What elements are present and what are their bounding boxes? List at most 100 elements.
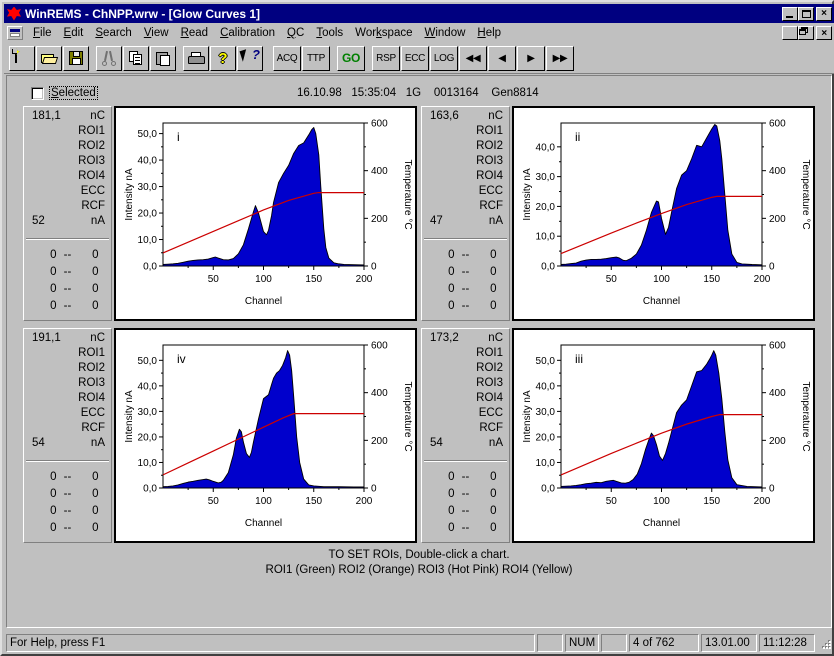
acq-button[interactable]: ACQ [273, 45, 301, 71]
roi-range-row[interactable]: 0 -- 0 [424, 247, 507, 264]
menu-file[interactable]: FFileile [27, 25, 58, 41]
roi-range-row[interactable]: 0 -- 0 [26, 486, 109, 503]
menu-calibration[interactable]: Calibration [214, 25, 281, 41]
roi-range-row[interactable]: 0 -- 0 [424, 298, 507, 315]
roi1-label-row: ROI1 [26, 124, 109, 139]
close-button[interactable]: × [816, 6, 832, 21]
context-help-button[interactable]: ? [237, 45, 263, 71]
svg-text:600: 600 [371, 119, 388, 130]
svg-text:10,0: 10,0 [138, 458, 158, 469]
printer-icon [187, 51, 205, 65]
status-help-text: For Help, press F1 [6, 634, 535, 652]
selected-checkbox-label: Selected [49, 86, 98, 100]
mdi-close-button[interactable]: × [816, 26, 832, 40]
roi-range-row[interactable]: 0 -- 0 [424, 469, 507, 486]
maximize-button[interactable] [798, 6, 814, 21]
svg-text:200: 200 [754, 496, 771, 507]
menu-view[interactable]: View [138, 25, 175, 41]
current-value: 52 [32, 215, 45, 227]
menu-tools[interactable]: Tools [310, 25, 349, 41]
copy-button[interactable] [123, 45, 149, 71]
menu-qc[interactable]: QC [281, 25, 310, 41]
new-button[interactable]: ✦ [9, 45, 35, 71]
menu-workspace[interactable]: Workspace [349, 25, 418, 41]
roi-range-row[interactable]: 0 -- 0 [424, 281, 507, 298]
menu-read[interactable]: Read [175, 25, 215, 41]
current-row: 47 nA [424, 214, 507, 229]
roi-range-row[interactable]: 0 -- 0 [424, 520, 507, 537]
roi-range-row[interactable]: 0 -- 0 [26, 247, 109, 264]
roi-range-row[interactable]: 0 -- 0 [424, 486, 507, 503]
roi-range-row[interactable]: 0 -- 0 [424, 503, 507, 520]
menu-help[interactable]: Help [471, 25, 507, 41]
svg-text:Channel: Channel [245, 296, 282, 307]
roi-range-row[interactable]: 0 -- 0 [26, 503, 109, 520]
roi-range-row[interactable]: 0 -- 0 [424, 264, 507, 281]
charge-value: 173,2 [430, 332, 459, 344]
resize-grip[interactable] [818, 636, 832, 650]
mdi-minimize-button[interactable] [782, 26, 798, 40]
svg-text:Intensity nA: Intensity nA [124, 390, 135, 443]
menu-window[interactable]: Window [418, 25, 471, 41]
next-record-button[interactable]: ▶ [517, 45, 545, 71]
roi-range-row[interactable]: 0 -- 0 [26, 520, 109, 537]
selected-checkbox[interactable] [31, 86, 44, 100]
svg-text:iv: iv [177, 352, 186, 366]
info-panel-iii: 173,2 nC ROI1 ROI2 ROI3 ROI4 ECC RCF 54 … [421, 328, 510, 543]
status-blank-2 [601, 634, 627, 652]
charge-value: 191,1 [32, 332, 61, 344]
svg-text:40,0: 40,0 [536, 381, 556, 392]
glow-curve-chart-iii[interactable]: 0,0 10,0 20,0 30,0 40,0 50,0 0 200 400 600 50 100 15… [512, 328, 815, 543]
cut-button[interactable] [96, 45, 122, 71]
log-button[interactable]: LOG [430, 45, 458, 71]
svg-text:40,0: 40,0 [138, 156, 158, 167]
svg-text:200: 200 [371, 214, 388, 225]
svg-text:150: 150 [703, 274, 720, 285]
roi2-label: ROI2 [78, 140, 105, 152]
status-bar: For Help, press F1 NUM 4 of 762 13.01.00… [6, 632, 832, 654]
roi-range-row[interactable]: 0 -- 0 [26, 264, 109, 281]
rsp-button[interactable]: RSP [372, 45, 400, 71]
selected-checkbox-row[interactable]: Selected [31, 86, 98, 100]
mdi-restore-button[interactable] [798, 26, 814, 40]
svg-text:Intensity nA: Intensity nA [124, 168, 135, 221]
mdi-child-controls: × [782, 26, 834, 40]
svg-text:20,0: 20,0 [536, 432, 556, 443]
roi-range-row[interactable]: 0 -- 0 [26, 281, 109, 298]
glow-curve-chart-ii[interactable]: 0,0 10,0 20,0 30,0 40,0 0 200 400 600 50 100 150 200… [512, 106, 815, 321]
rcf-label-row: RCF [81, 422, 105, 434]
open-button[interactable] [36, 45, 62, 71]
go-button[interactable]: GO [337, 45, 365, 71]
charge-value: 163,6 [430, 110, 459, 122]
status-num-indicator: NUM [565, 634, 599, 652]
save-disk-icon [69, 51, 83, 65]
document-system-menu-icon[interactable] [7, 26, 23, 40]
save-button[interactable] [63, 45, 89, 71]
about-button[interactable]: ? [210, 45, 236, 71]
paste-button[interactable] [150, 45, 176, 71]
first-record-button[interactable]: ◀◀ [459, 45, 487, 71]
svg-text:100: 100 [255, 496, 272, 507]
roi-range-row[interactable]: 0 -- 0 [26, 469, 109, 486]
svg-text:400: 400 [371, 388, 388, 399]
roi-range-row[interactable]: 0 -- 0 [26, 298, 109, 315]
glow-curve-cell-i: 181,1 nC ROI1 ROI2 ROI3 ROI4 ECC RCF 52 … [23, 106, 417, 321]
ttp-button[interactable]: TTP [302, 45, 330, 71]
svg-text:100: 100 [255, 274, 272, 285]
svg-text:600: 600 [769, 341, 786, 352]
glow-curve-chart-iv[interactable]: 0,0 10,0 20,0 30,0 40,0 50,0 0 200 400 600 50 100 15… [114, 328, 417, 543]
ecc-label-row: ECC [478, 407, 503, 419]
menu-search[interactable]: Search [89, 25, 137, 41]
svg-text:150: 150 [305, 274, 322, 285]
svg-text:50: 50 [208, 274, 220, 285]
ecc-button[interactable]: ECC [401, 45, 429, 71]
menu-edit[interactable]: Edit [58, 25, 90, 41]
last-record-button[interactable]: ▶▶ [546, 45, 574, 71]
previous-record-button[interactable]: ◀ [488, 45, 516, 71]
svg-text:0: 0 [769, 262, 775, 273]
minimize-button[interactable] [782, 6, 798, 21]
glow-curve-chart-i[interactable]: 0,0 10,0 20,0 30,0 40,0 50,0 0 200 400 600 50 100 15… [114, 106, 417, 321]
svg-text:Temperature °C: Temperature °C [402, 381, 413, 451]
svg-text:20,0: 20,0 [138, 432, 158, 443]
print-button[interactable] [183, 45, 209, 71]
